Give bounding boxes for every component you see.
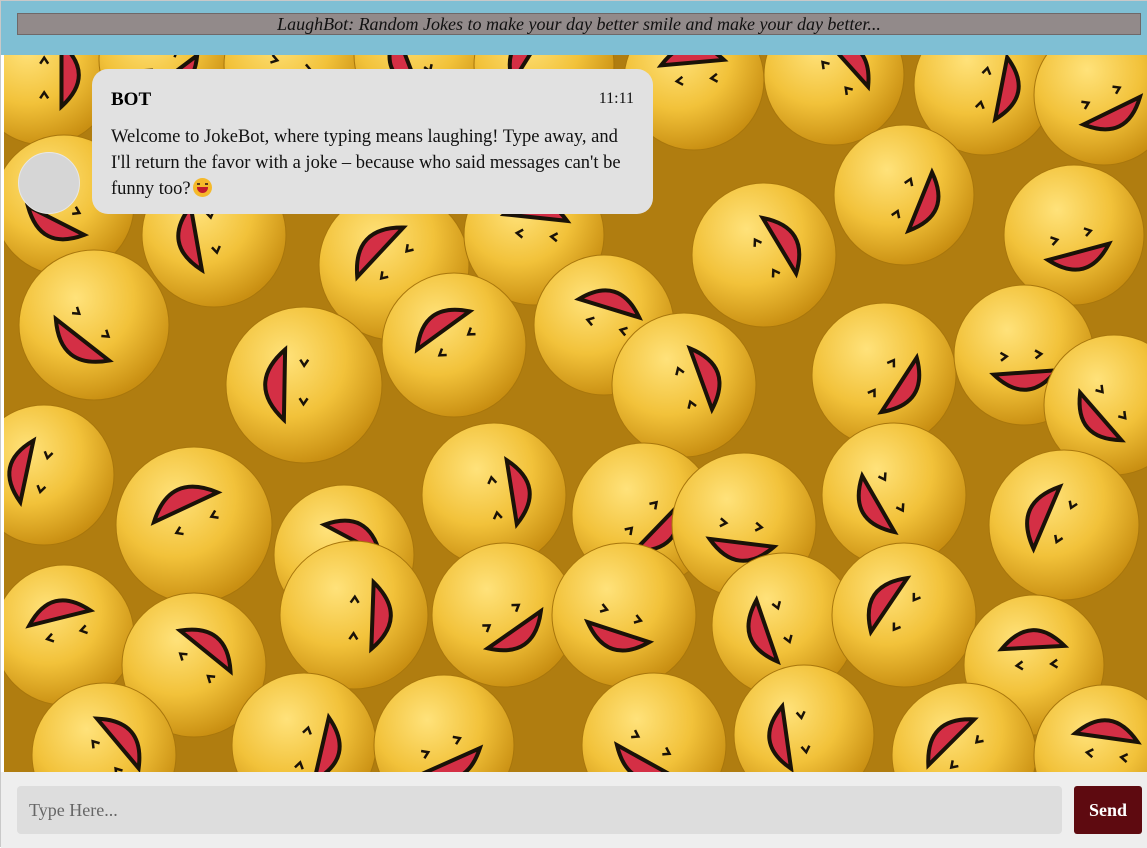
send-button[interactable]: Send xyxy=(1074,786,1142,834)
emoji-ball xyxy=(831,542,977,688)
composer: Send xyxy=(1,772,1147,848)
message-time: 11:11 xyxy=(598,90,634,107)
emoji-ball xyxy=(691,182,837,328)
bot-avatar xyxy=(18,152,80,214)
emoji-ball xyxy=(279,540,429,690)
marquee-text: LaughBot: Random Jokes to make your day … xyxy=(277,14,881,34)
message-bubble: BOT 11:11 Welcome to JokeBot, where typi… xyxy=(92,69,653,214)
emoji-ball xyxy=(988,449,1140,601)
message-body: Welcome to JokeBot, where typing means l… xyxy=(111,127,621,199)
message-sender: BOT xyxy=(111,89,152,110)
message-text: Welcome to JokeBot, where typing means l… xyxy=(111,124,641,202)
emoji-ball xyxy=(115,446,273,604)
emoji-ball xyxy=(551,542,697,688)
marquee-banner: LaughBot: Random Jokes to make your day … xyxy=(17,13,1141,35)
emoji-ball xyxy=(1003,164,1145,306)
chat-area[interactable]: BOT 11:11 Welcome to JokeBot, where typi… xyxy=(4,55,1147,772)
emoji-ball xyxy=(18,249,170,401)
header: LaughBot: Random Jokes to make your day … xyxy=(1,1,1147,55)
emoji-ball xyxy=(611,312,757,458)
message-input[interactable] xyxy=(17,786,1062,834)
emoji-ball xyxy=(225,306,383,464)
laughing-emoji-icon xyxy=(192,178,212,197)
emoji-ball xyxy=(833,124,975,266)
emoji-ball xyxy=(381,272,527,418)
app-window: LaughBot: Random Jokes to make your day … xyxy=(0,0,1147,848)
